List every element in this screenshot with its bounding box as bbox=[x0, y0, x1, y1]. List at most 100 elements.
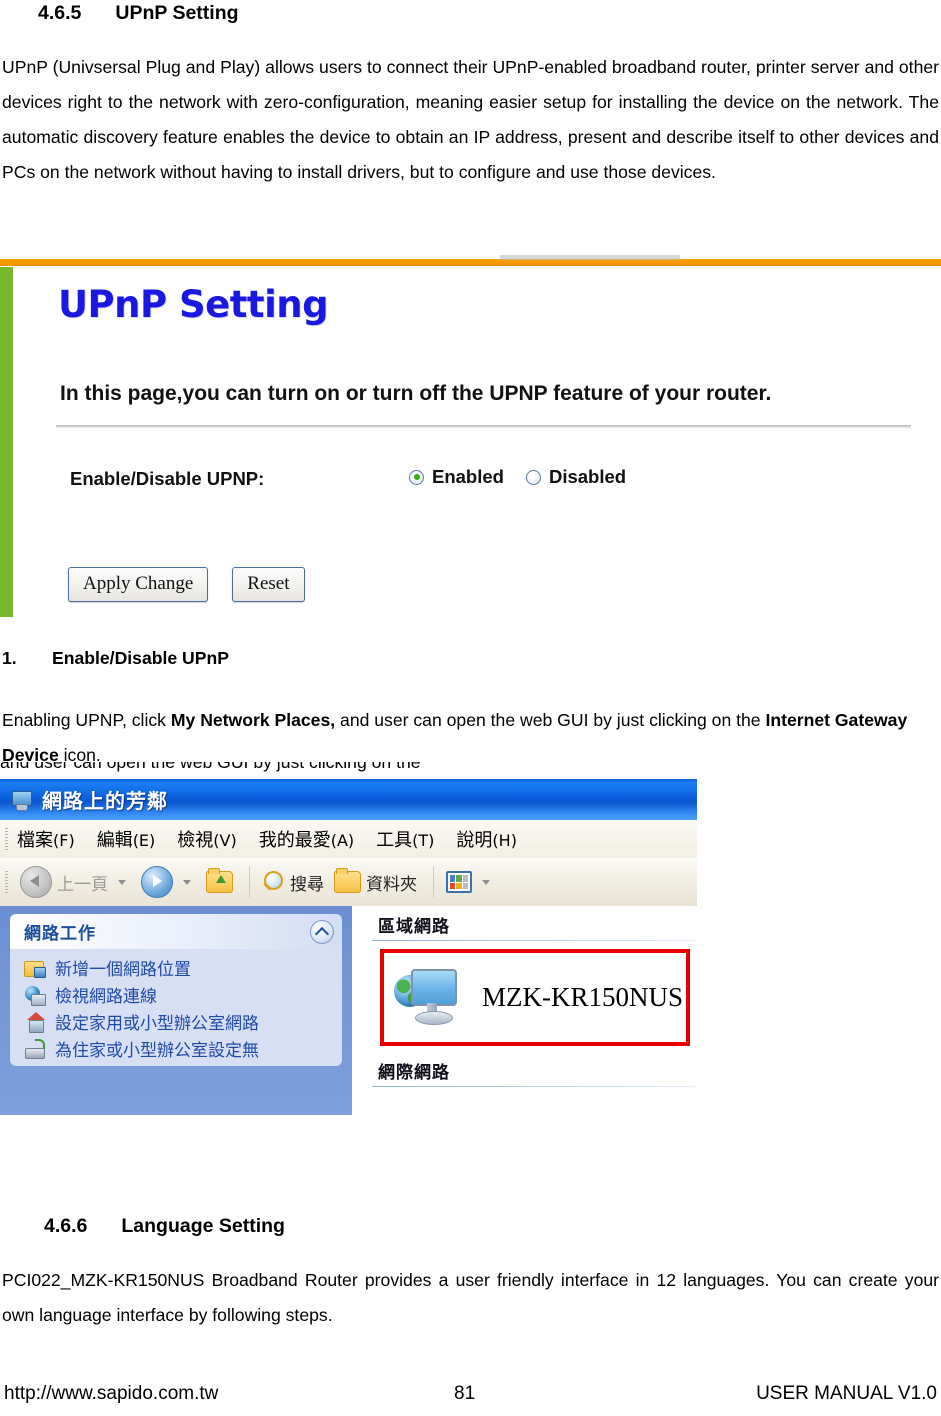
setup-wireless-network-icon bbox=[24, 1038, 46, 1059]
menu-help-mnemonic: (H) bbox=[492, 831, 517, 850]
task-item-view-network-connections[interactable]: 檢視網路連線 bbox=[10, 981, 342, 1008]
list-item-1-heading: 1. Enable/Disable UPnP bbox=[2, 648, 229, 669]
ui-divider bbox=[56, 425, 911, 428]
menu-view-label: 檢視 bbox=[177, 830, 214, 851]
upnp-description-paragraph: UPnP (Univsersal Plug and Play) allows u… bbox=[2, 57, 939, 182]
view-network-connections-icon bbox=[24, 985, 46, 1006]
menu-item-tools[interactable]: 工具(T) bbox=[376, 826, 434, 852]
folders-button-label: 資料夾 bbox=[366, 874, 417, 895]
item1-bold-my-network-places: My Network Places, bbox=[170, 710, 336, 730]
radio-enabled[interactable]: Enabled bbox=[409, 466, 504, 488]
network-places-icon bbox=[8, 788, 34, 812]
list-item-1-number: 1. bbox=[2, 648, 17, 668]
toolbar-separator-2 bbox=[433, 866, 434, 898]
router-web-ui-screenshot: UPnP Setting In this page,you can turn o… bbox=[0, 255, 941, 620]
item1-text-before: Enabling UPNP, click bbox=[2, 710, 171, 730]
forward-arrow-icon bbox=[141, 866, 173, 898]
network-tasks-title: 網路工作 bbox=[24, 924, 96, 944]
back-button-label: 上一頁 bbox=[57, 874, 108, 895]
item1-text-mid: and user can open the web GUI by just cl… bbox=[335, 710, 766, 730]
radio-disabled[interactable]: Disabled bbox=[525, 466, 627, 488]
explorer-window-title: 網路上的芳鄰 bbox=[42, 789, 168, 813]
folders-icon bbox=[334, 868, 361, 893]
search-icon bbox=[262, 870, 285, 894]
toolbar-separator-1 bbox=[249, 866, 250, 898]
menu-item-file[interactable]: 檔案(F) bbox=[17, 826, 75, 852]
section-heading-language: 4.6.6 Language Setting bbox=[44, 1215, 285, 1238]
section-number: 4.6.5 bbox=[38, 2, 82, 24]
menu-item-edit[interactable]: 編輯(E) bbox=[97, 826, 156, 852]
explorer-content-area: 網路工作 新增一個網路位置 檢視網路連線 設定家用或小型辦公室網路 為住家或小型… bbox=[0, 906, 697, 1115]
section-number: 4.6.6 bbox=[44, 1215, 88, 1237]
forward-dropdown-caret-icon[interactable] bbox=[183, 879, 191, 885]
ui-page-title: UPnP Setting bbox=[58, 283, 329, 326]
forward-button[interactable] bbox=[138, 864, 199, 900]
internet-gateway-device-icon[interactable] bbox=[394, 967, 460, 1029]
network-tasks-panel: 網路工作 新增一個網路位置 檢視網路連線 設定家用或小型辦公室網路 為住家或小型… bbox=[10, 914, 342, 1066]
explorer-menu-bar: 檔案(F) 編輯(E) 檢視(V) 我的最愛(A) 工具(T) 說明(H) bbox=[0, 820, 697, 859]
group-header-local-network: 區域網路 bbox=[378, 917, 450, 937]
up-one-level-button[interactable] bbox=[203, 868, 236, 895]
task-item-setup-home-office-network[interactable]: 設定家用或小型辦公室網路 bbox=[10, 1008, 342, 1035]
footer-url[interactable]: http://www.sapido.com.tw bbox=[4, 1383, 218, 1405]
radio-disabled-icon[interactable] bbox=[525, 469, 541, 485]
menu-grip-handle[interactable] bbox=[5, 828, 8, 850]
manual-page: 4.6.5 UPnP Setting UPnP (Univsersal Plug … bbox=[0, 0, 941, 1416]
views-button[interactable] bbox=[443, 869, 498, 895]
section-heading-upnp: 4.6.5 UPnP Setting bbox=[38, 2, 239, 25]
task-item-label: 設定家用或小型辦公室網路 bbox=[55, 1014, 259, 1034]
group-header-internet: 網際網路 bbox=[378, 1063, 450, 1083]
chevron-up-icon[interactable] bbox=[310, 919, 334, 944]
clipped-text: and user can open the web GUI by just cl… bbox=[0, 762, 421, 772]
menu-item-view[interactable]: 檢視(V) bbox=[177, 826, 236, 852]
radio-enabled-label: Enabled bbox=[432, 466, 504, 487]
menu-favorites-label: 我的最愛 bbox=[258, 830, 331, 851]
search-button[interactable]: 搜尋 bbox=[259, 868, 327, 897]
ui-page-description: In this page,you can turn on or turn off… bbox=[60, 382, 772, 405]
section-title: Language Setting bbox=[121, 1215, 285, 1237]
upnp-radio-group: Enabled Disabled bbox=[409, 466, 626, 488]
menu-help-label: 說明 bbox=[456, 830, 493, 851]
windows-explorer-screenshot: 網路上的芳鄰 檔案(F) 編輯(E) 檢視(V) 我的最愛(A) 工具(T) 說… bbox=[0, 779, 698, 1115]
apply-change-button[interactable]: Apply Change bbox=[68, 567, 209, 602]
reset-button[interactable]: Reset bbox=[232, 567, 305, 602]
task-item-label: 檢視網路連線 bbox=[55, 987, 157, 1007]
menu-item-help[interactable]: 說明(H) bbox=[456, 826, 517, 852]
network-tasks-header[interactable]: 網路工作 bbox=[10, 914, 342, 949]
menu-view-mnemonic: (V) bbox=[213, 831, 237, 850]
radio-disabled-label: Disabled bbox=[548, 466, 627, 487]
ui-top-border bbox=[0, 259, 941, 266]
network-tasks-list: 新增一個網路位置 檢視網路連線 設定家用或小型辦公室網路 為住家或小型辦公室設定… bbox=[10, 949, 342, 1066]
device-name-label[interactable]: MZK-KR150NUS bbox=[482, 982, 683, 1013]
explorer-toolbar: 上一頁 搜尋 資料夾 bbox=[0, 858, 697, 907]
back-button[interactable]: 上一頁 bbox=[17, 864, 134, 900]
toolbar-grip-handle[interactable] bbox=[5, 871, 8, 893]
section-title: UPnP Setting bbox=[115, 2, 239, 24]
footer-manual-version: USER MANUAL V1.0 bbox=[756, 1383, 937, 1404]
menu-tools-label: 工具 bbox=[376, 830, 413, 851]
menu-file-label: 檔案 bbox=[17, 830, 53, 851]
group-rule-internet bbox=[372, 1086, 697, 1087]
explorer-sidebar: 網路工作 新增一個網路位置 檢視網路連線 設定家用或小型辦公室網路 為住家或小型… bbox=[0, 906, 352, 1115]
task-item-setup-wireless-network[interactable]: 為住家或小型辦公室設定無 bbox=[10, 1035, 342, 1062]
list-item-1-title: Enable/Disable UPnP bbox=[52, 648, 229, 668]
explorer-main-pane: 區域網路 MZK-KR150NUS 網際網路 bbox=[352, 906, 697, 1115]
task-item-label: 新增一個網路位置 bbox=[55, 960, 191, 980]
device-highlight-box: MZK-KR150NUS bbox=[380, 949, 690, 1046]
radio-enabled-icon[interactable] bbox=[409, 469, 424, 485]
back-arrow-icon bbox=[20, 866, 52, 898]
folders-button[interactable]: 資料夾 bbox=[331, 868, 420, 897]
setup-home-network-icon bbox=[24, 1011, 46, 1033]
back-dropdown-caret-icon[interactable] bbox=[118, 879, 126, 885]
menu-item-favorites[interactable]: 我的最愛(A) bbox=[259, 826, 354, 852]
enable-disable-upnp-label: Enable/Disable UPNP: bbox=[70, 468, 265, 489]
task-item-add-network-place[interactable]: 新增一個網路位置 bbox=[10, 954, 342, 981]
ui-left-green-bar bbox=[0, 267, 13, 617]
clipped-text-row: and user can open the web GUI by just cl… bbox=[0, 762, 700, 780]
menu-edit-label: 編輯 bbox=[96, 830, 133, 851]
menu-file-mnemonic: (F) bbox=[53, 831, 75, 850]
footer-page-number: 81 bbox=[454, 1383, 476, 1404]
ui-top-border-shadow bbox=[500, 255, 680, 260]
views-dropdown-caret-icon[interactable] bbox=[482, 879, 490, 885]
search-button-label: 搜尋 bbox=[290, 874, 324, 895]
